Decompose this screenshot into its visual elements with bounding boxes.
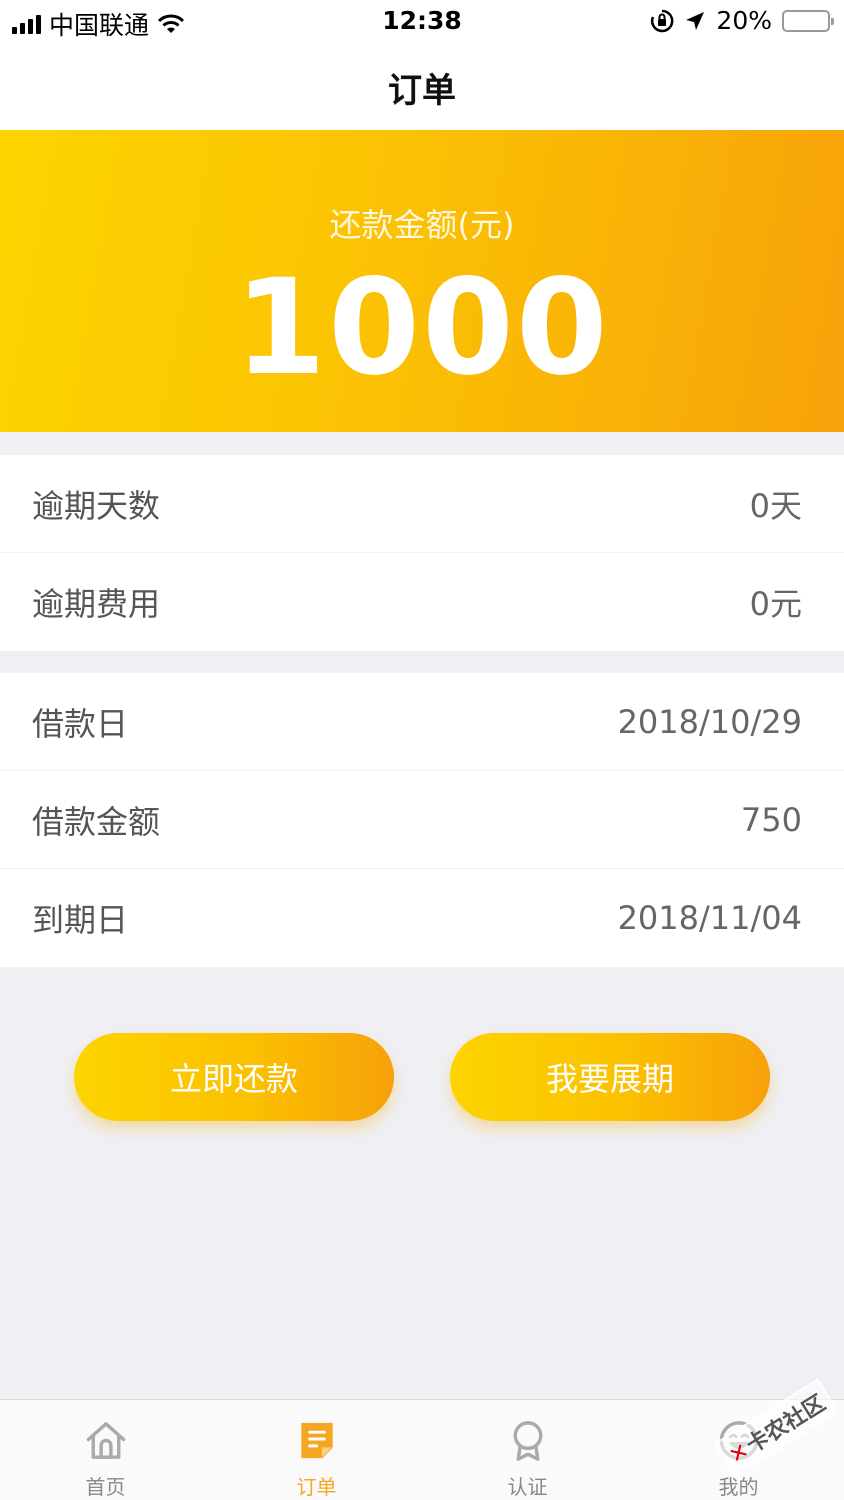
tab-certify-label: 认证 [507, 1475, 548, 1499]
order-icon [300, 1422, 333, 1459]
tab-home-label: 首页 [85, 1475, 126, 1499]
due-date-row: 到期日 2018/11/04 [0, 869, 844, 967]
overdue-info-group: 逾期天数 0天 逾期费用 0元 [0, 455, 844, 651]
nav-bar: 订单 [0, 44, 844, 130]
extend-loan-button[interactable]: 我要展期 [450, 1033, 770, 1121]
loan-amount-row: 借款金额 750 [0, 771, 844, 869]
battery-icon [782, 9, 834, 32]
rotation-lock-icon [651, 9, 674, 32]
loan-date-label: 借款日 [32, 704, 129, 743]
loan-date-value: 2018/10/29 [617, 702, 802, 741]
status-bar: 中国联通 12:38 20% [0, 0, 844, 44]
loan-date-row: 借款日 2018/10/29 [0, 673, 844, 771]
repayment-amount-value: 1000 [234, 251, 610, 405]
loan-amount-value: 750 [740, 800, 802, 839]
overdue-fee-row: 逾期费用 0元 [0, 553, 844, 651]
repay-now-button[interactable]: 立即还款 [74, 1033, 394, 1121]
tab-order-label: 订单 [296, 1475, 337, 1499]
overdue-fee-value: 0元 [749, 585, 802, 623]
tab-mine-label: 我的 [718, 1475, 759, 1499]
due-date-label: 到期日 [32, 901, 129, 939]
page-title: 订单 [388, 70, 456, 111]
loan-info-group: 借款日 2018/10/29 借款金额 750 到期日 2018/11/04 [0, 673, 844, 967]
overdue-days-row: 逾期天数 0天 [0, 455, 844, 553]
tab-certify[interactable]: 认证 [422, 1400, 633, 1500]
tab-order[interactable]: 订单 [211, 1400, 422, 1500]
home-icon [86, 1422, 125, 1459]
repayment-amount-label: 还款金额(元) [329, 206, 515, 244]
loan-amount-label: 借款金额 [32, 802, 161, 841]
status-right: 20% [650, 6, 834, 35]
overdue-days-label: 逾期天数 [32, 486, 161, 525]
due-date-value: 2018/11/04 [617, 899, 802, 937]
location-arrow-icon [686, 11, 705, 30]
overdue-days-value: 0天 [749, 486, 802, 525]
overdue-fee-label: 逾期费用 [32, 585, 161, 623]
tab-home[interactable]: 首页 [0, 1400, 211, 1500]
battery-percent: 20% [716, 6, 772, 35]
badge-icon [513, 1421, 542, 1461]
repayment-summary: 还款金额(元) 1000 [0, 130, 844, 432]
